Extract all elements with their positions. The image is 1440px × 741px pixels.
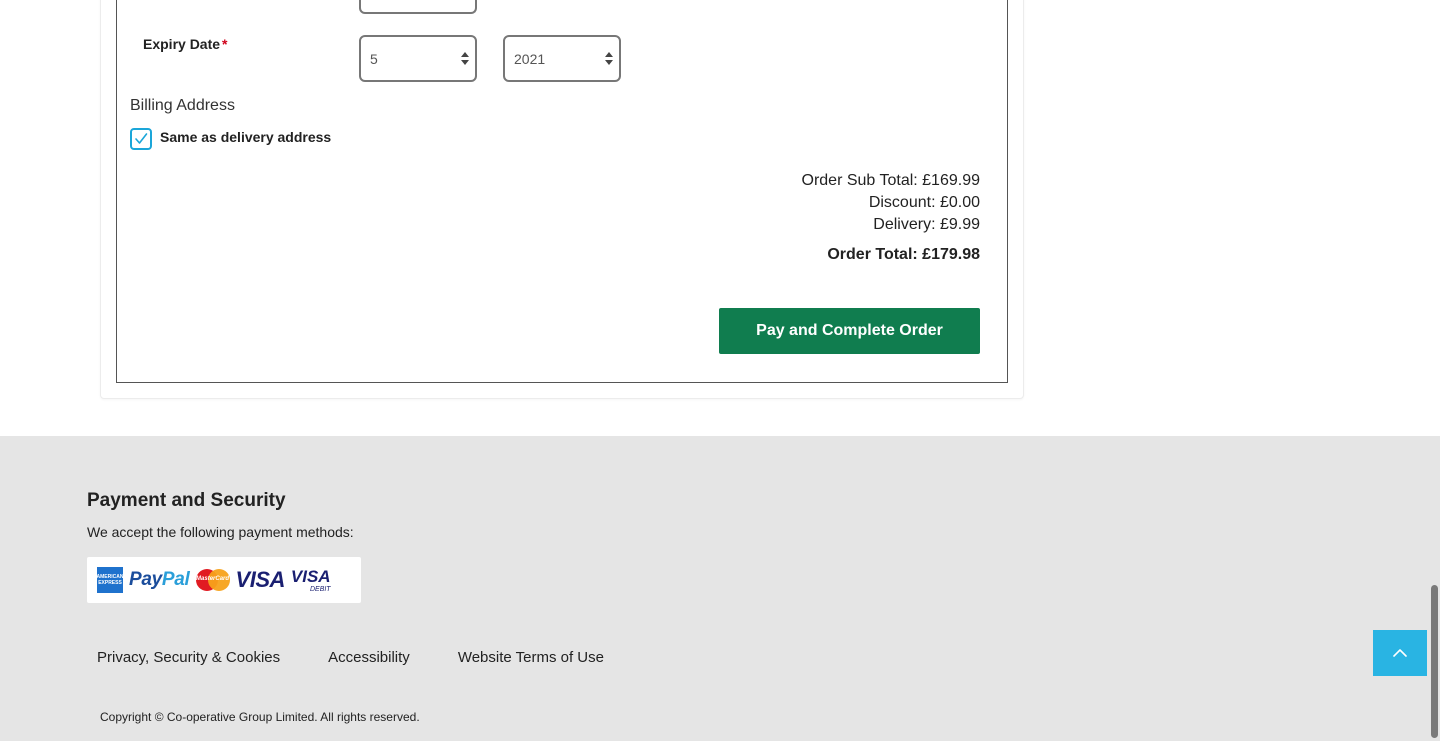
expiry-date-label: Expiry Date *	[143, 36, 228, 52]
order-sub-total: Order Sub Total: £169.99	[801, 172, 981, 189]
scrollbar-thumb[interactable]	[1431, 585, 1438, 738]
required-marker: *	[222, 36, 228, 52]
payment-methods-text: We accept the following payment methods:	[87, 524, 354, 540]
order-total: Order Total: £179.98	[827, 246, 980, 263]
payment-security-heading: Payment and Security	[87, 490, 286, 511]
order-summary: Order Sub Total: £169.99 Discount: £0.00…	[802, 170, 981, 236]
pay-and-complete-order-button[interactable]: Pay and Complete Order	[719, 308, 980, 354]
visa-icon: VISA	[235, 567, 286, 592]
previous-field-bottom[interactable]	[359, 0, 477, 14]
same-as-delivery-checkbox[interactable]	[130, 128, 152, 150]
mastercard-icon: MasterCard	[195, 569, 230, 591]
visa-debit-icon: VISA DEBIT	[290, 566, 331, 593]
expiry-year-select[interactable]: 2021	[503, 35, 621, 82]
billing-address-heading: Billing Address	[130, 97, 235, 114]
terms-link[interactable]: Website Terms of Use	[458, 649, 604, 666]
paypal-icon: PayPal	[129, 569, 190, 590]
copyright: Copyright © Co-operative Group Limited. …	[100, 710, 420, 724]
select-arrows-icon	[605, 52, 613, 66]
expiry-year-value: 2021	[514, 51, 546, 67]
delivery-cost: Delivery: £9.99	[873, 216, 980, 233]
chevron-up-icon	[1393, 649, 1407, 657]
footer-links: Privacy, Security & Cookies Accessibilit…	[97, 649, 652, 666]
american-express-icon: AMERICAN EXPRESS	[97, 567, 123, 593]
payment-methods-logos: AMERICAN EXPRESS PayPal MasterCard VISA …	[87, 557, 361, 603]
discount: Discount: £0.00	[868, 194, 980, 211]
checkmark-icon	[135, 133, 148, 144]
same-as-delivery-label[interactable]: Same as delivery address	[160, 129, 331, 145]
select-arrows-icon	[461, 52, 469, 66]
expiry-month-select[interactable]: 5	[359, 35, 477, 82]
accessibility-link[interactable]: Accessibility	[328, 649, 410, 666]
privacy-link[interactable]: Privacy, Security & Cookies	[97, 649, 280, 666]
footer: Payment and Security We accept the follo…	[0, 436, 1440, 741]
back-to-top-button[interactable]	[1373, 630, 1427, 676]
expiry-month-value: 5	[370, 51, 378, 67]
